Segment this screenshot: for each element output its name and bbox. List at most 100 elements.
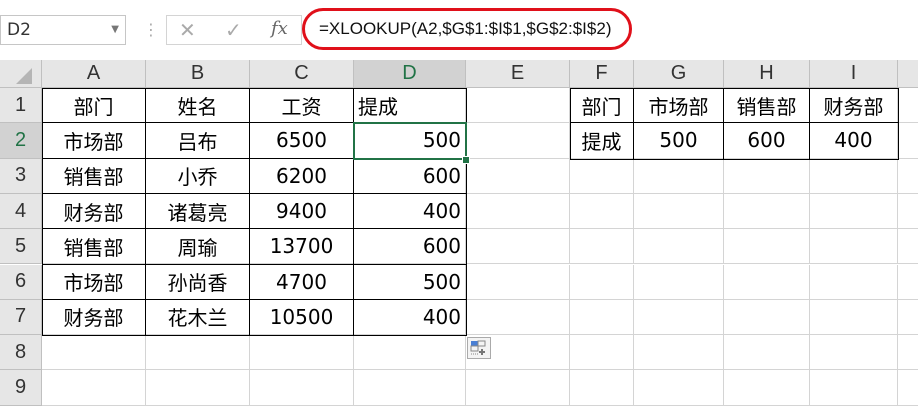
cell-G9[interactable] [634, 370, 724, 406]
cell-D8[interactable] [354, 335, 466, 371]
cell-A3[interactable]: 销售部 [42, 158, 146, 194]
cell-H8[interactable] [724, 335, 810, 371]
row-header-2[interactable]: 2 [0, 123, 42, 159]
row-header-6[interactable]: 6 [0, 264, 42, 300]
insert-function-icon[interactable]: fx [271, 18, 288, 39]
column-header-I[interactable]: I [810, 60, 898, 88]
cell-D9[interactable] [354, 370, 466, 406]
cell-G8[interactable] [634, 335, 724, 371]
cell-B6[interactable]: 孙尚香 [146, 264, 250, 300]
cell-H7[interactable] [724, 299, 810, 336]
cell-empty[interactable] [898, 194, 918, 230]
cell-E2[interactable] [466, 123, 570, 159]
cell-I8[interactable] [810, 335, 898, 371]
cell-B2[interactable]: 吕布 [146, 123, 250, 159]
cell-I5[interactable] [810, 229, 898, 265]
cell-A5[interactable]: 销售部 [42, 229, 146, 265]
cell-empty[interactable] [898, 88, 918, 124]
drag-handle-icon[interactable]: ⋮ [143, 20, 159, 39]
column-header-C[interactable]: C [250, 60, 354, 88]
cell-D3[interactable]: 600 [354, 158, 466, 194]
select-all-icon[interactable] [6, 62, 36, 86]
cell-C5[interactable]: 13700 [250, 229, 354, 265]
cell-B4[interactable]: 诸葛亮 [146, 193, 250, 230]
quick-analysis-icon[interactable] [467, 337, 491, 359]
cell-F1[interactable]: 部门 [570, 88, 634, 124]
cell-E3[interactable] [466, 158, 570, 194]
cell-E9[interactable] [466, 370, 570, 406]
cell-G6[interactable] [634, 264, 724, 300]
cell-I6[interactable] [810, 264, 898, 300]
cell-I1[interactable]: 财务部 [810, 88, 898, 124]
cell-A1[interactable]: 部门 [42, 88, 146, 124]
cell-F5[interactable] [570, 229, 634, 265]
cell-G1[interactable]: 市场部 [634, 88, 724, 124]
row-header-1[interactable]: 1 [0, 88, 42, 124]
column-header-F[interactable]: F [570, 60, 634, 88]
cell-C7[interactable]: 10500 [250, 299, 354, 336]
cell-empty[interactable] [898, 159, 918, 194]
cell-H3[interactable] [724, 158, 810, 194]
column-header-E[interactable]: E [466, 60, 570, 88]
cell-F9[interactable] [570, 370, 634, 406]
cell-empty[interactable] [898, 123, 918, 159]
cell-F3[interactable] [570, 158, 634, 194]
cell-C6[interactable]: 4700 [250, 264, 354, 300]
cell-H4[interactable] [724, 193, 810, 230]
row-header-4[interactable]: 4 [0, 193, 42, 230]
cell-H5[interactable] [724, 229, 810, 265]
cell-A6[interactable]: 市场部 [42, 264, 146, 300]
cell-G5[interactable] [634, 229, 724, 265]
cell-C1[interactable]: 工资 [250, 88, 354, 124]
row-header-7[interactable]: 7 [0, 299, 42, 336]
cell-I4[interactable] [810, 193, 898, 230]
cell-B8[interactable] [146, 335, 250, 371]
cell-H2[interactable]: 600 [724, 123, 810, 159]
column-header-extra[interactable] [898, 60, 918, 88]
cell-E1[interactable] [466, 88, 570, 124]
cell-F2[interactable]: 提成 [570, 123, 634, 159]
cell-C8[interactable] [250, 335, 354, 371]
cell-G2[interactable]: 500 [634, 123, 724, 159]
cell-I9[interactable] [810, 370, 898, 406]
cell-D7[interactable]: 400 [354, 299, 466, 336]
cell-B1[interactable]: 姓名 [146, 88, 250, 124]
cell-E4[interactable] [466, 193, 570, 230]
column-header-D[interactable]: D [354, 60, 466, 88]
cell-G4[interactable] [634, 193, 724, 230]
select-all-corner[interactable] [0, 60, 42, 88]
column-header-H[interactable]: H [724, 60, 810, 88]
cell-B9[interactable] [146, 370, 250, 406]
row-header-8[interactable]: 8 [0, 335, 42, 371]
formula-input[interactable]: =XLOOKUP(A2,$G$1:$I$1,$G$2:$I$2) [302, 8, 632, 50]
cell-A7[interactable]: 财务部 [42, 299, 146, 336]
column-header-A[interactable]: A [42, 60, 146, 88]
cell-B3[interactable]: 小乔 [146, 158, 250, 194]
cell-D4[interactable]: 400 [354, 193, 466, 230]
cell-G7[interactable] [634, 299, 724, 336]
cell-G3[interactable] [634, 158, 724, 194]
cell-A4[interactable]: 财务部 [42, 193, 146, 230]
cell-C3[interactable]: 6200 [250, 158, 354, 194]
cell-E7[interactable] [466, 299, 570, 336]
cell-A8[interactable] [42, 335, 146, 371]
cell-C9[interactable] [250, 370, 354, 406]
fill-handle[interactable] [462, 155, 470, 164]
column-header-G[interactable]: G [634, 60, 724, 88]
cell-A2[interactable]: 市场部 [42, 123, 146, 159]
cell-I2[interactable]: 400 [810, 123, 898, 159]
row-header-5[interactable]: 5 [0, 229, 42, 265]
cell-H9[interactable] [724, 370, 810, 406]
cell-I7[interactable] [810, 299, 898, 336]
cell-I3[interactable] [810, 158, 898, 194]
cell-F6[interactable] [570, 264, 634, 300]
cell-empty[interactable] [898, 335, 918, 371]
cell-D6[interactable]: 500 [354, 264, 466, 300]
cell-F7[interactable] [570, 299, 634, 336]
cell-empty[interactable] [898, 300, 918, 336]
cell-H6[interactable] [724, 264, 810, 300]
cell-F8[interactable] [570, 335, 634, 371]
cell-empty[interactable] [898, 229, 918, 265]
cell-B7[interactable]: 花木兰 [146, 299, 250, 336]
row-header-9[interactable]: 9 [0, 370, 42, 406]
